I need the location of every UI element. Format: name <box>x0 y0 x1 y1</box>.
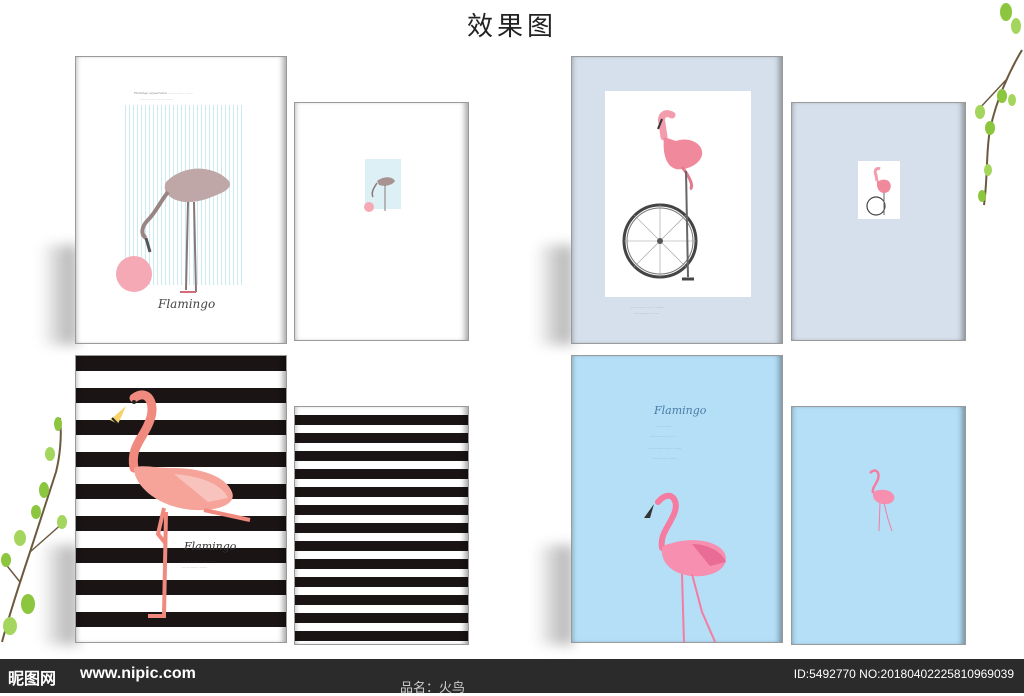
page-title: 效果图 <box>466 12 557 42</box>
cover-stripes-large: Flamingo ........ ........ ........ ....… <box>75 355 287 643</box>
cover-script-title: Flamingo <box>184 540 237 553</box>
flamingo-mini-illustration <box>364 177 395 212</box>
flamingo-illustration <box>644 492 726 642</box>
cover-fine-print: Flamingo appearance ........ ........ ..… <box>134 91 193 95</box>
cover-shadow <box>535 245 573 345</box>
branch-decoration-top-right <box>975 3 1023 206</box>
cover-sky-large: Flamingo ........ ........ ........ ....… <box>571 355 783 643</box>
flamingo-unicycle-illustration <box>622 110 703 281</box>
cover-shadow <box>535 545 573 645</box>
cover-shadow <box>40 245 78 345</box>
cover-fine-print: ........ ........ ........ <box>634 311 659 315</box>
cover-grey-large: ........ ........ ........ ........ ....… <box>571 56 783 344</box>
flamingo-illustration <box>116 168 231 293</box>
cover-fine-print: ........ ........ ........ <box>652 456 677 460</box>
cover-fine-print: ........ ........ ........ ........ <box>140 97 174 101</box>
site-logo: 昵图网 <box>8 669 57 688</box>
cover-fine-print: ........ ........ ........ ........ <box>648 446 682 450</box>
cover-fine-print: ........ ........ <box>656 424 673 428</box>
cover-fine-print: ........ ........ ........ <box>182 565 207 569</box>
cover-sky-small <box>791 406 966 645</box>
watermark-footer: 昵图网 www.nipic.com 品名：火鸟 ID:5492770 NO:20… <box>0 659 1024 696</box>
cover-stripes-small <box>294 406 469 645</box>
image-id: ID:5492770 NO:20180402225810969039 <box>793 667 1014 681</box>
cover-fine-print: ........ ........ ........ ........ <box>630 305 664 309</box>
cover-white-large: Flamingo appearance ........ ........ ..… <box>75 56 287 344</box>
branch-decoration-bottom-left <box>1 417 67 643</box>
flamingo-unicycle-mini-illustration <box>866 167 891 216</box>
site-url: www.nipic.com <box>80 665 196 682</box>
cover-fine-print: ........ ........ ........ ........ <box>182 559 216 563</box>
cover-script-title: Flamingo <box>654 404 707 417</box>
cover-script-title: Flamingo <box>158 297 216 311</box>
product-name: 品名：火鸟 <box>400 681 466 696</box>
cover-grey-small <box>791 102 966 341</box>
cover-fine-print: ........ ........ ........ <box>650 434 675 438</box>
cover-white-small <box>294 102 469 341</box>
flamingo-illustration <box>110 390 251 618</box>
flamingo-mini-illustration <box>869 469 895 532</box>
